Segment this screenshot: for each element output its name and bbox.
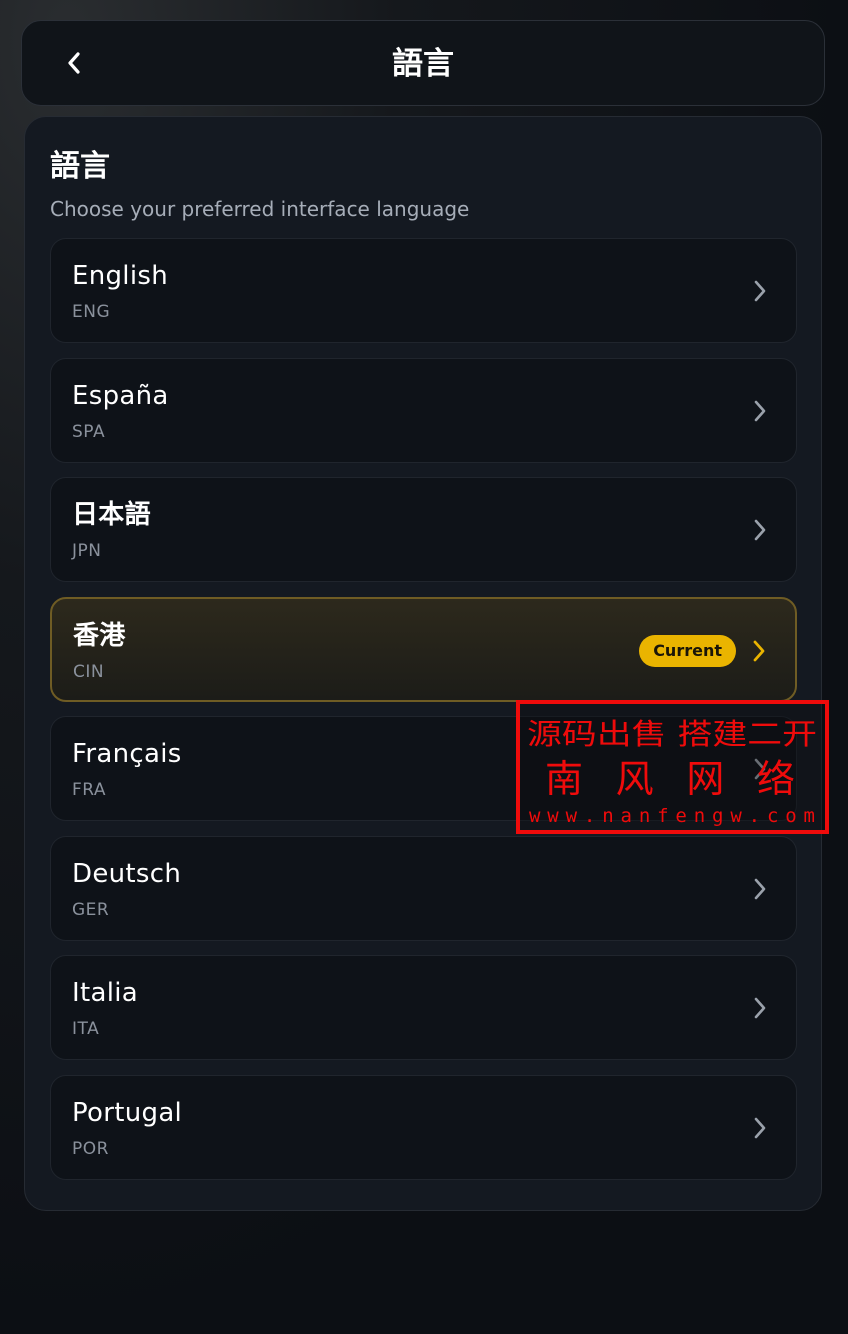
watermark-line-1: 源码出售 搭建二开: [527, 717, 817, 751]
language-name: 香港: [73, 620, 126, 651]
chevron-right-icon: [754, 1117, 766, 1138]
language-code: POR: [72, 1138, 109, 1159]
page-title: 語言: [392, 46, 454, 82]
language-code: SPA: [72, 421, 106, 442]
watermark: 源码出售 搭建二开 南 风 网 络 www.nanfengw.com: [516, 700, 829, 834]
section-title: 語言: [50, 149, 110, 184]
section-subtitle: Choose your preferred interface language: [50, 197, 470, 221]
language-panel: 語言 Choose your preferred interface langu…: [24, 116, 822, 1211]
language-option-hongkong[interactable]: 香港 CIN Current: [50, 596, 797, 702]
chevron-right-icon: [754, 519, 766, 541]
current-badge: Current: [639, 634, 736, 667]
language-name: English: [72, 261, 168, 291]
watermark-line-2: 南 风 网 络: [545, 757, 795, 801]
language-name: 日本語: [72, 500, 151, 530]
chevron-right-icon: [753, 640, 765, 661]
language-code: FRA: [72, 780, 107, 800]
language-option-english[interactable]: English ENG: [50, 238, 797, 343]
language-code: GER: [72, 899, 110, 920]
top-bar: 語言: [21, 20, 825, 106]
language-code: JPN: [72, 541, 102, 561]
chevron-right-icon: [754, 997, 766, 1019]
language-name: Français: [72, 739, 182, 769]
language-name: Deutsch: [72, 858, 182, 889]
watermark-line-3: www.nanfengw.com: [529, 805, 815, 827]
chevron-right-icon: [754, 280, 766, 302]
language-option-italian[interactable]: Italia ITA: [50, 955, 797, 1060]
language-option-spain[interactable]: España SPA: [50, 357, 797, 463]
language-option-german[interactable]: Deutsch GER: [50, 835, 797, 941]
language-option-japanese[interactable]: 日本語 JPN: [50, 477, 797, 582]
language-name: España: [72, 380, 169, 411]
chevron-right-icon: [754, 400, 766, 421]
language-name: Portugal: [72, 1097, 183, 1128]
language-option-portuguese[interactable]: Portugal POR: [50, 1074, 797, 1180]
language-code: CIN: [73, 661, 105, 682]
chevron-right-icon: [754, 878, 766, 899]
language-name: Italia: [72, 978, 138, 1008]
language-code: ITA: [72, 1019, 100, 1039]
language-code: ENG: [72, 302, 111, 322]
